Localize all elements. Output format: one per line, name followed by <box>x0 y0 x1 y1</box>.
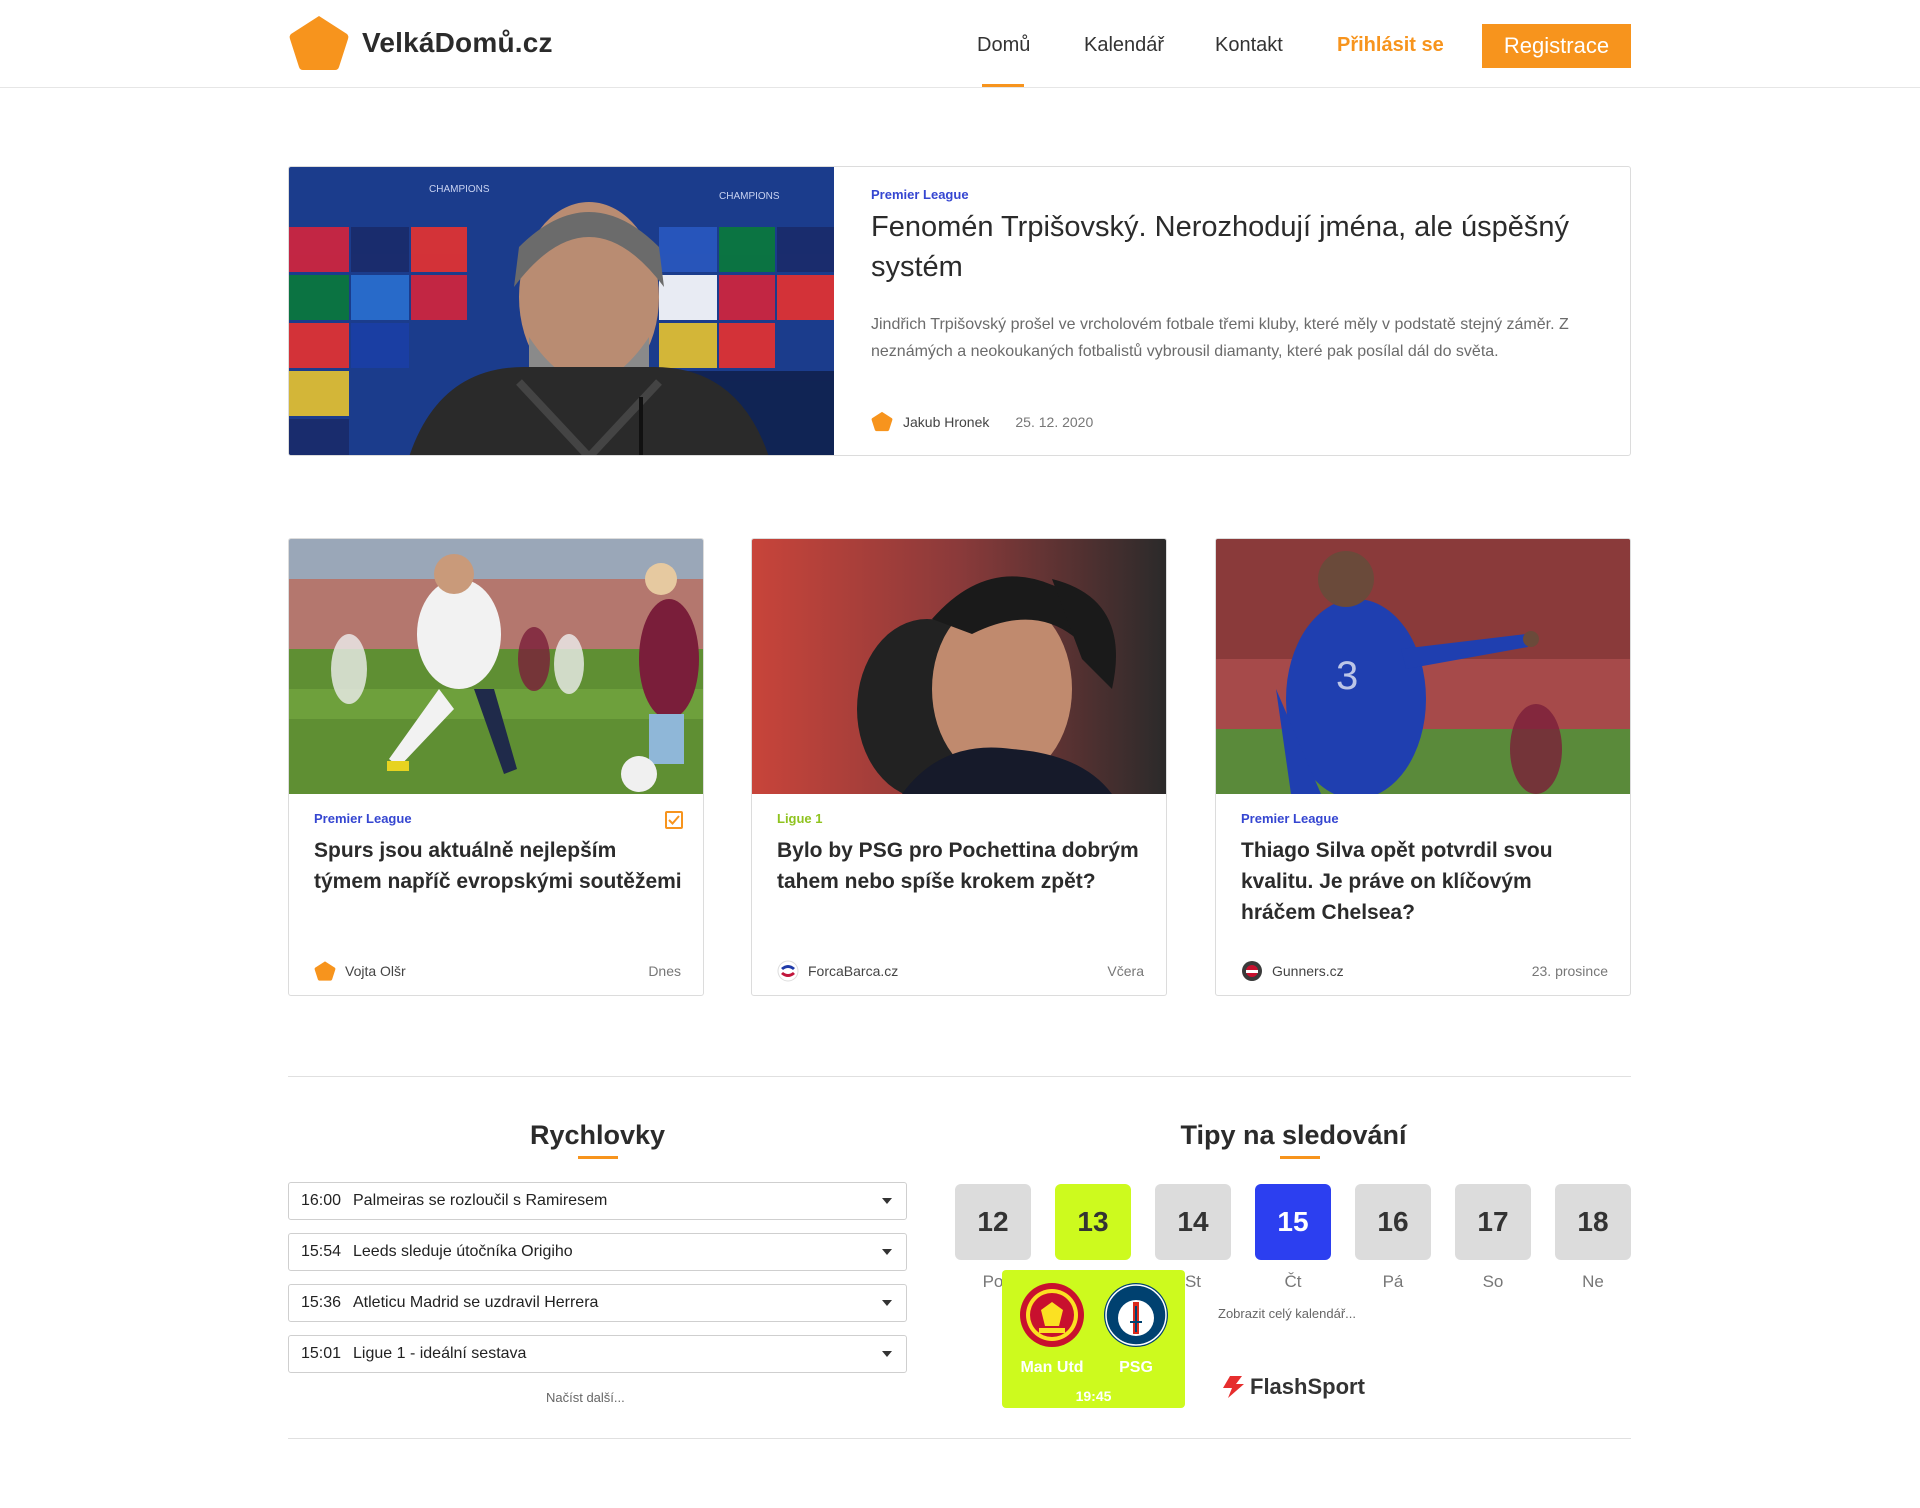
quick-news-item[interactable]: 15:01 Ligue 1 - ideální sestava <box>288 1335 907 1373</box>
day-button-12[interactable]: 12 <box>955 1184 1031 1260</box>
author-avatar-icon <box>871 411 893 432</box>
nav-login[interactable]: Přihlásit se <box>1337 34 1444 57</box>
quick-news-underline <box>578 1156 618 1159</box>
quick-news-text: Palmeiras se rozloučil s Ramiresem <box>353 1192 608 1209</box>
day-button-16[interactable]: 16 <box>1355 1184 1431 1260</box>
card-title[interactable]: Spurs jsou aktuálně nejlepším týmem např… <box>314 835 684 897</box>
quick-news-text: Leeds sleduje útočníka Origiho <box>353 1243 573 1260</box>
svg-text:CHAMPIONS: CHAMPIONS <box>429 184 490 195</box>
quick-news-title: Rychlovky <box>529 1120 666 1150</box>
card-image[interactable]: 3 <box>1216 539 1630 794</box>
day-button-17[interactable]: 17 <box>1455 1184 1531 1260</box>
featured-article[interactable]: CHAMPIONS CHAMPIONS Premier League Fenom… <box>288 166 1631 456</box>
card-title[interactable]: Thiago Silva opět potvrdil svou kvalitu.… <box>1241 835 1611 928</box>
psg-crest-icon <box>1104 1283 1168 1347</box>
flashsport-name: FlashSport <box>1250 1374 1365 1399</box>
card-date: Dnes <box>648 963 681 979</box>
card-meta: Vojta Olšr Dnes <box>314 959 681 983</box>
day-label: Čt <box>1284 1272 1302 1291</box>
full-calendar-link[interactable]: Zobrazit celý kalendář... <box>1218 1306 1356 1321</box>
card-source[interactable]: ForcaBarca.cz <box>808 963 898 979</box>
load-more-link[interactable]: Načíst další... <box>546 1390 625 1405</box>
site-header: VelkáDomů.cz Domů Kalendář Kontakt Přihl… <box>0 0 1920 88</box>
day-button-13[interactable]: 13 <box>1055 1184 1131 1260</box>
article-card[interactable]: Premier League Spurs jsou aktuálně nejle… <box>288 538 704 996</box>
quick-news-item[interactable]: 15:54 Leeds sleduje útočníka Origiho <box>288 1233 907 1271</box>
featured-meta: Jakub Hronek 25. 12. 2020 <box>871 411 1093 432</box>
svg-text:CHAMPIONS: CHAMPIONS <box>719 191 780 202</box>
quick-news-text: Atleticu Madrid se uzdravil Herrera <box>353 1294 599 1311</box>
nav-calendar[interactable]: Kalendář <box>1084 34 1164 57</box>
card-image[interactable] <box>289 539 703 794</box>
featured-description: Jindřich Trpišovský prošel ve vrcholovém… <box>871 316 1569 360</box>
match-popup[interactable]: Man Utd PSG 19:45 <box>1002 1270 1185 1408</box>
quick-news-text: Ligue 1 - ideální sestava <box>353 1345 527 1362</box>
logo-text: VelkáDomů.cz <box>362 27 553 58</box>
source-pentagon-icon <box>314 961 336 981</box>
featured-author[interactable]: Jakub Hronek <box>903 414 989 430</box>
card-category[interactable]: Premier League <box>1241 811 1339 826</box>
chevron-down-icon[interactable] <box>882 1249 892 1255</box>
day-label: Pá <box>1382 1272 1404 1291</box>
chevron-down-icon[interactable] <box>882 1300 892 1306</box>
section-divider <box>288 1438 1631 1439</box>
nav-contact[interactable]: Kontakt <box>1215 34 1283 57</box>
pentagon-logo-icon <box>289 16 349 70</box>
featured-image[interactable]: CHAMPIONS CHAMPIONS <box>289 167 834 455</box>
card-meta: Gunners.cz 23. prosince <box>1241 959 1608 983</box>
away-team-name: PSG <box>1119 1359 1153 1376</box>
card-date: 23. prosince <box>1531 963 1608 979</box>
day-button-15[interactable]: 15 <box>1255 1184 1331 1260</box>
card-source[interactable]: Gunners.cz <box>1272 963 1344 979</box>
quick-news-time: 15:01 <box>301 1345 342 1362</box>
section-divider <box>288 1076 1631 1077</box>
match-time: 19:45 <box>1075 1388 1112 1404</box>
gunners-logo-icon <box>1242 961 1262 981</box>
quick-news-time: 15:54 <box>301 1243 342 1260</box>
away-team: PSG <box>1100 1282 1172 1377</box>
nav-home[interactable]: Domů <box>977 34 1030 57</box>
article-card[interactable]: Ligue 1 Bylo by PSG pro Pochettina dobrý… <box>751 538 1167 996</box>
tips-underline <box>1280 1156 1320 1159</box>
card-title[interactable]: Bylo by PSG pro Pochettina dobrým tahem … <box>777 835 1147 897</box>
man-utd-crest-icon <box>1020 1283 1084 1347</box>
card-source[interactable]: Vojta Olšr <box>345 963 406 979</box>
checkbox-icon[interactable] <box>665 811 683 829</box>
register-button[interactable]: Registrace <box>1482 24 1631 68</box>
article-card[interactable]: 3 Premier League Thiago Silva opět potvr… <box>1215 538 1631 996</box>
tips-title: Tipy na sledování <box>1180 1120 1407 1150</box>
quick-news-item[interactable]: 15:36 Atleticu Madrid se uzdravil Herrer… <box>288 1284 907 1322</box>
nav-active-indicator <box>982 84 1024 87</box>
card-category[interactable]: Ligue 1 <box>777 811 823 826</box>
card-date: Včera <box>1107 963 1144 979</box>
flashsport-logo[interactable]: FlashSport <box>1220 1374 1365 1400</box>
card-category[interactable]: Premier League <box>314 811 412 826</box>
day-label: Ne <box>1582 1272 1604 1291</box>
home-team-name: Man Utd <box>1020 1359 1084 1376</box>
card-image[interactable] <box>752 539 1166 794</box>
svg-text:3: 3 <box>1336 654 1358 698</box>
flashsport-bolt-icon <box>1223 1376 1244 1398</box>
chevron-down-icon[interactable] <box>882 1198 892 1204</box>
day-button-14[interactable]: 14 <box>1155 1184 1231 1260</box>
forcabarca-logo-icon <box>777 960 799 982</box>
day-label: So <box>1482 1272 1504 1291</box>
quick-news-time: 15:36 <box>301 1294 342 1311</box>
quick-news-time: 16:00 <box>301 1192 342 1209</box>
chevron-down-icon[interactable] <box>882 1351 892 1357</box>
card-meta: ForcaBarca.cz Včera <box>777 959 1144 983</box>
featured-category[interactable]: Premier League <box>871 187 969 202</box>
quick-news-item[interactable]: 16:00 Palmeiras se rozloučil s Ramiresem <box>288 1182 907 1220</box>
featured-date: 25. 12. 2020 <box>1015 413 1094 430</box>
featured-title[interactable]: Fenomén Trpišovský. Nerozhodují jména, a… <box>871 207 1591 287</box>
home-team: Man Utd <box>1016 1282 1088 1377</box>
site-logo[interactable]: VelkáDomů.cz <box>288 14 553 72</box>
day-button-18[interactable]: 18 <box>1555 1184 1631 1260</box>
